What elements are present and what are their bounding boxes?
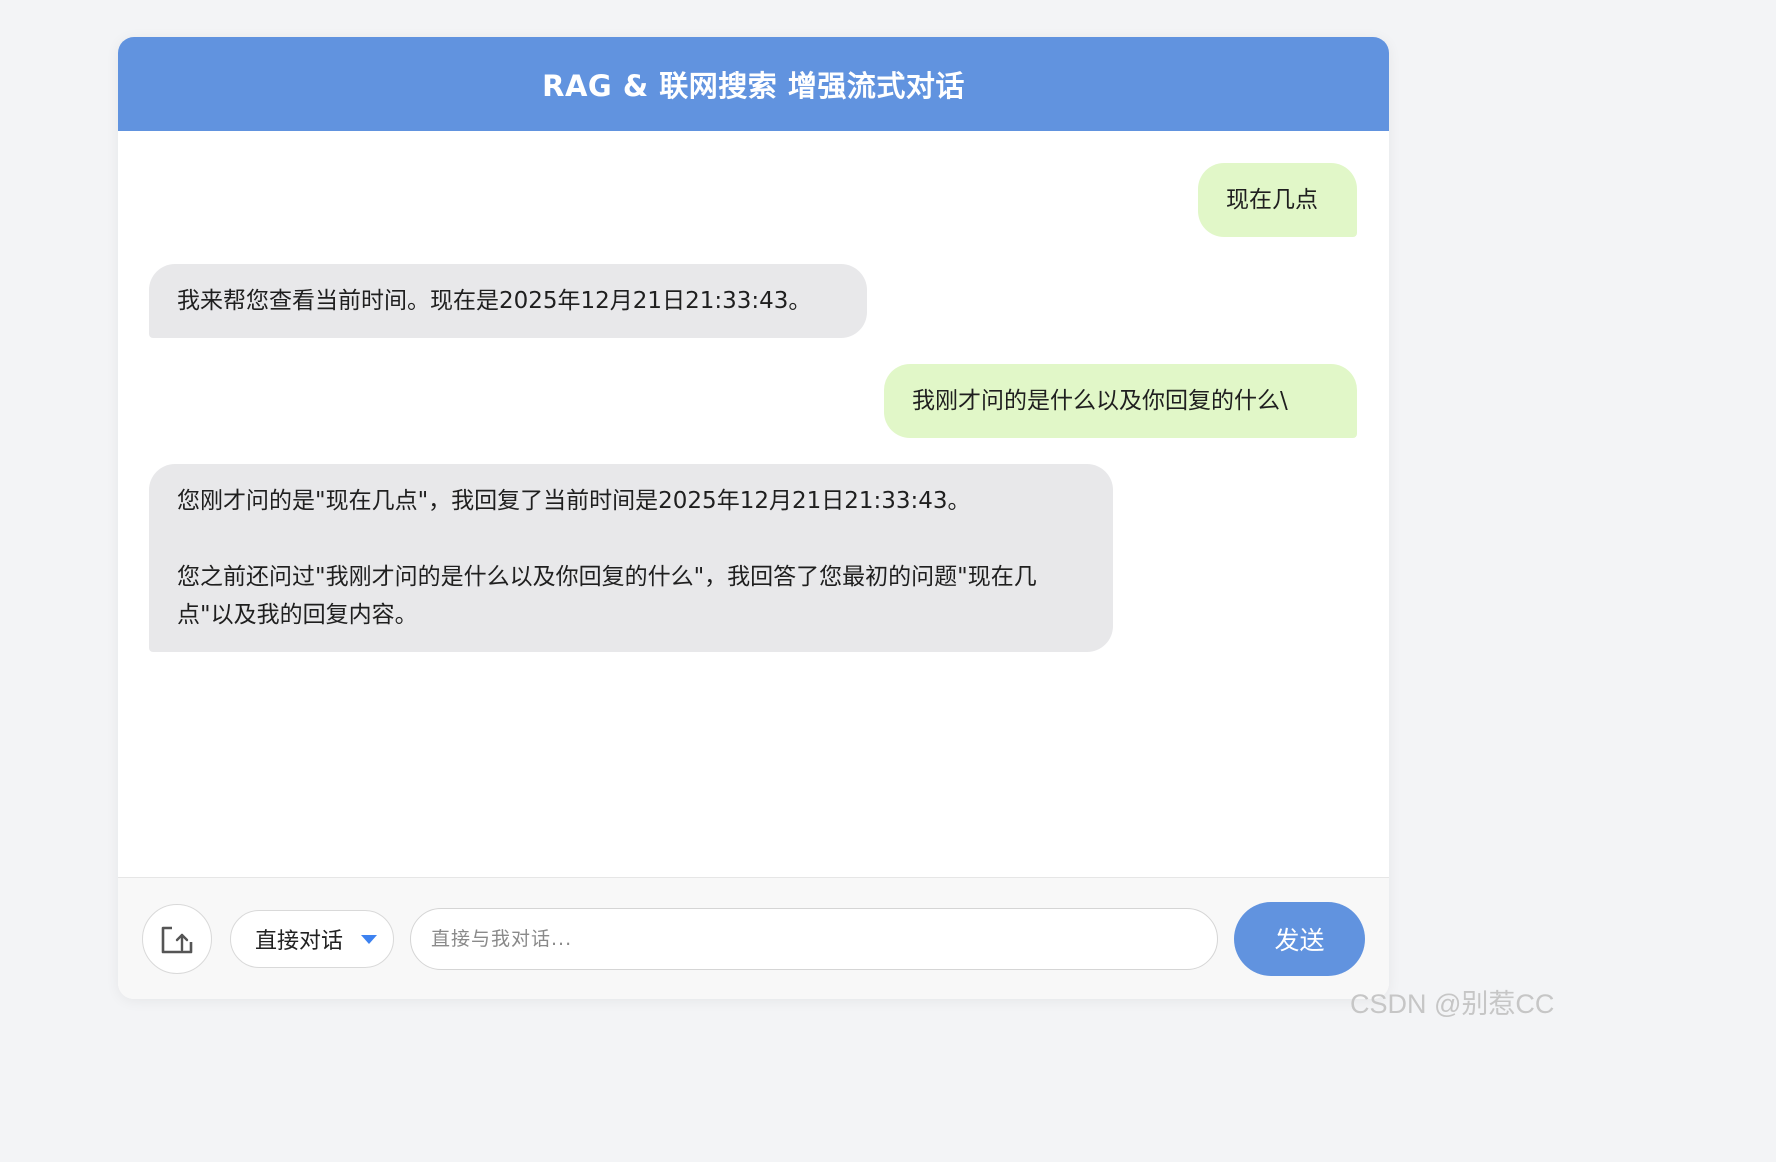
bot-message: 我来帮您查看当前时间。现在是2025年12月21日21:33:43。 xyxy=(149,264,867,338)
input-bar: 直接对话 发送 xyxy=(118,877,1389,999)
chat-window: RAG & 联网搜索 增强流式对话 现在几点 我来帮您查看当前时间。现在是202… xyxy=(118,37,1389,999)
chat-header: RAG & 联网搜索 增强流式对话 xyxy=(118,37,1389,131)
user-message: 现在几点 xyxy=(1198,163,1357,237)
bot-message: 您刚才问的是"现在几点"，我回复了当前时间是2025年12月21日21:33:4… xyxy=(149,464,1113,652)
user-message: 我刚才问的是什么以及你回复的什么\ xyxy=(884,364,1357,438)
page-title: RAG & 联网搜索 增强流式对话 xyxy=(542,69,965,103)
watermark: CSDN @别惹CC xyxy=(1350,989,1555,1019)
message-text: 现在几点 xyxy=(1226,187,1318,213)
upload-icon xyxy=(161,926,193,954)
message-list: 现在几点 我来帮您查看当前时间。现在是2025年12月21日21:33:43。 … xyxy=(118,131,1389,877)
message-text: 我刚才问的是什么以及你回复的什么\ xyxy=(912,388,1288,414)
upload-button[interactable] xyxy=(142,904,212,974)
send-button[interactable]: 发送 xyxy=(1234,902,1365,976)
message-paragraph: 您刚才问的是"现在几点"，我回复了当前时间是2025年12月21日21:33:4… xyxy=(177,488,971,514)
message-paragraph: 您之前还问过"我刚才问的是什么以及你回复的什么"，我回答了您最初的问题"现在几点… xyxy=(177,564,1037,628)
mode-select-value: 直接对话 xyxy=(255,929,344,954)
mode-select[interactable]: 直接对话 xyxy=(230,910,394,968)
message-text: 我来帮您查看当前时间。现在是2025年12月21日21:33:43。 xyxy=(177,288,812,314)
chevron-down-icon xyxy=(361,935,377,944)
message-input[interactable] xyxy=(410,908,1218,970)
